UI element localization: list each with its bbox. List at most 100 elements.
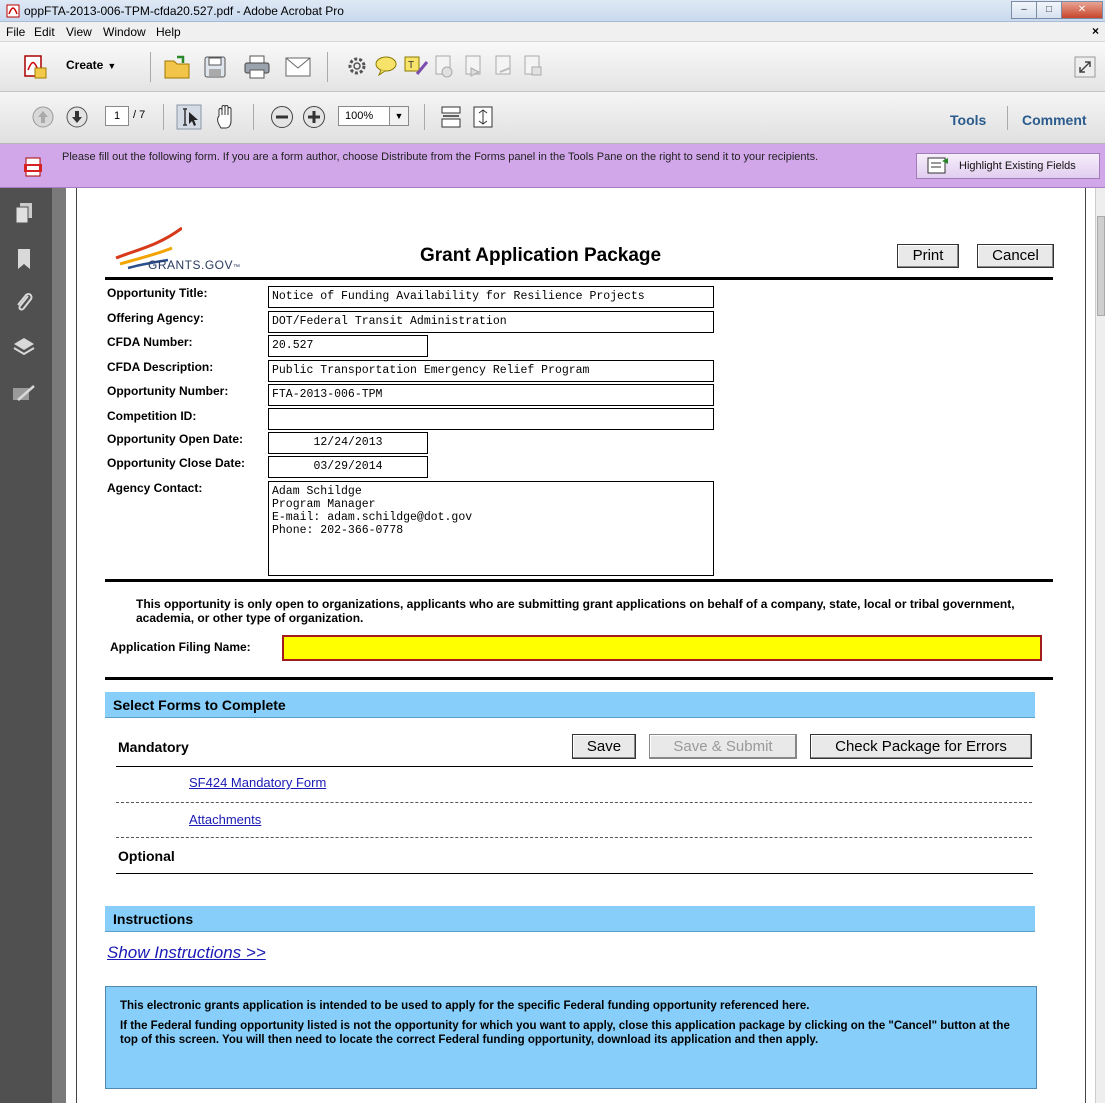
document-protect-icon[interactable] — [522, 54, 544, 78]
competition-id-label: Competition ID: — [107, 409, 197, 423]
minimize-button[interactable]: – — [1011, 1, 1037, 19]
title-bar: oppFTA-2013-006-TPM-cfda20.527.pdf - Ado… — [0, 0, 1105, 22]
main-toolbar: Create ▼ T — [0, 42, 1105, 92]
page-thumbnails-icon[interactable] — [14, 202, 34, 224]
save-icon[interactable] — [203, 55, 227, 79]
document-sign-icon[interactable] — [493, 54, 515, 78]
contact-divider — [105, 579, 1053, 582]
select-tool-icon[interactable] — [176, 104, 202, 130]
highlight-existing-fields-button[interactable]: Highlight Existing Fields — [916, 153, 1100, 179]
menu-window[interactable]: Window — [103, 25, 146, 39]
instructions-info-box: This electronic grants application is in… — [105, 986, 1037, 1089]
stamp-icon[interactable] — [433, 54, 455, 78]
navigation-toolbar: 1 / 7 100% ▼ Tools Comment — [0, 92, 1105, 144]
document-review-icon[interactable] — [463, 54, 485, 78]
comment-pane-link[interactable]: Comment — [1022, 112, 1087, 128]
create-menu[interactable]: Create ▼ — [66, 58, 116, 72]
mandatory-divider — [116, 766, 1033, 767]
close-date-field[interactable]: 03/29/2014 — [268, 456, 428, 478]
vertical-scrollbar[interactable] — [1095, 188, 1105, 1103]
attachments-form-link[interactable]: Attachments — [189, 812, 261, 827]
package-title: Grant Application Package — [420, 245, 662, 266]
close-date-label: Opportunity Close Date: — [107, 456, 246, 470]
fit-page-icon[interactable] — [472, 105, 494, 129]
filing-name-input[interactable] — [282, 635, 1042, 661]
acrobat-icon — [6, 4, 20, 18]
create-pdf-icon[interactable] — [22, 54, 48, 80]
svg-text:T: T — [408, 60, 414, 71]
menu-file[interactable]: File — [6, 25, 25, 39]
toolbar-separator — [327, 52, 328, 82]
menu-view[interactable]: View — [66, 25, 92, 39]
show-instructions-link[interactable]: Show Instructions >> — [107, 943, 266, 963]
email-icon[interactable] — [285, 57, 311, 77]
scrollbar-thumb[interactable] — [1097, 216, 1105, 316]
cfda-description-field[interactable]: Public Transportation Emergency Relief P… — [268, 360, 714, 382]
menu-bar: File Edit View Window Help × — [0, 22, 1105, 42]
filing-name-label: Application Filing Name: — [110, 640, 251, 654]
toolbar-separator — [253, 104, 254, 130]
agency-contact-field[interactable]: Adam Schildge Program Manager E-mail: ad… — [268, 481, 714, 576]
bookmark-icon[interactable] — [16, 248, 32, 270]
tools-pane-link[interactable]: Tools — [950, 112, 986, 128]
zoom-level-input[interactable]: 100% — [338, 106, 390, 126]
mandatory-label: Mandatory — [118, 739, 189, 755]
print-icon[interactable] — [243, 54, 271, 80]
opportunity-title-field[interactable]: Notice of Funding Availability for Resil… — [268, 286, 714, 308]
cancel-button[interactable]: Cancel — [977, 244, 1054, 268]
fit-width-icon[interactable] — [440, 105, 462, 129]
form-separator — [116, 837, 1032, 838]
chevron-down-icon: ▼ — [394, 111, 404, 121]
previous-page-icon[interactable] — [32, 106, 54, 128]
highlight-text-icon[interactable]: T — [403, 54, 429, 78]
opportunity-number-field[interactable]: FTA-2013-006-TPM — [268, 384, 714, 406]
open-date-label: Opportunity Open Date: — [107, 432, 243, 446]
eligibility-note: This opportunity is only open to organiz… — [136, 597, 1015, 625]
highlight-button-label: Highlight Existing Fields — [959, 160, 1076, 172]
zoom-in-icon[interactable] — [302, 105, 326, 129]
hand-tool-icon[interactable] — [214, 104, 238, 130]
pane-gutter — [52, 188, 66, 1103]
window-controls: – □ ✕ — [1011, 1, 1103, 20]
menu-help[interactable]: Help — [156, 25, 181, 39]
menu-edit[interactable]: Edit — [34, 25, 55, 39]
close-window-button[interactable]: ✕ — [1061, 1, 1103, 19]
competition-id-field[interactable] — [268, 408, 714, 430]
filing-divider — [105, 677, 1053, 680]
attachment-paperclip-icon[interactable] — [14, 290, 34, 314]
open-date-field[interactable]: 12/24/2013 — [268, 432, 428, 454]
signatures-icon[interactable] — [12, 384, 36, 404]
save-submit-button[interactable]: Save & Submit — [649, 734, 797, 759]
next-page-icon[interactable] — [66, 106, 88, 128]
print-button[interactable]: Print — [897, 244, 959, 268]
maximize-button[interactable]: □ — [1036, 1, 1062, 19]
page-number-input[interactable]: 1 — [105, 106, 129, 126]
info-paragraph-1: This electronic grants application is in… — [120, 1000, 810, 1012]
offering-agency-field[interactable]: DOT/Federal Transit Administration — [268, 311, 714, 333]
close-document-icon[interactable]: × — [1092, 24, 1099, 38]
form-notice-message: Please fill out the following form. If y… — [62, 151, 819, 163]
zoom-out-icon[interactable] — [270, 105, 294, 129]
grants-gov-logo-text: GRANTS.GOV™ — [148, 258, 241, 272]
zoom-dropdown-button[interactable]: ▼ — [389, 106, 409, 126]
select-forms-header: Select Forms to Complete — [105, 692, 1035, 718]
opportunity-number-label: Opportunity Number: — [107, 384, 229, 398]
header-divider — [105, 277, 1053, 280]
cfda-number-field[interactable]: 20.527 — [268, 335, 428, 357]
layers-icon[interactable] — [13, 336, 35, 356]
open-folder-icon[interactable] — [163, 53, 191, 81]
window-title: oppFTA-2013-006-TPM-cfda20.527.pdf - Ado… — [24, 4, 344, 18]
comment-bubble-icon[interactable] — [374, 55, 398, 77]
form-separator — [116, 802, 1032, 803]
check-package-errors-button[interactable]: Check Package for Errors — [810, 734, 1032, 759]
navigation-pane — [0, 188, 66, 1103]
optional-divider — [116, 873, 1033, 874]
gear-icon[interactable] — [346, 55, 368, 77]
opportunity-title-label: Opportunity Title: — [107, 286, 208, 300]
expand-icon[interactable] — [1074, 56, 1096, 78]
toolbar-separator — [1007, 106, 1008, 130]
toolbar-separator — [150, 52, 151, 82]
instructions-header: Instructions — [105, 906, 1035, 932]
sf424-form-link[interactable]: SF424 Mandatory Form — [189, 775, 326, 790]
save-button[interactable]: Save — [572, 734, 636, 759]
